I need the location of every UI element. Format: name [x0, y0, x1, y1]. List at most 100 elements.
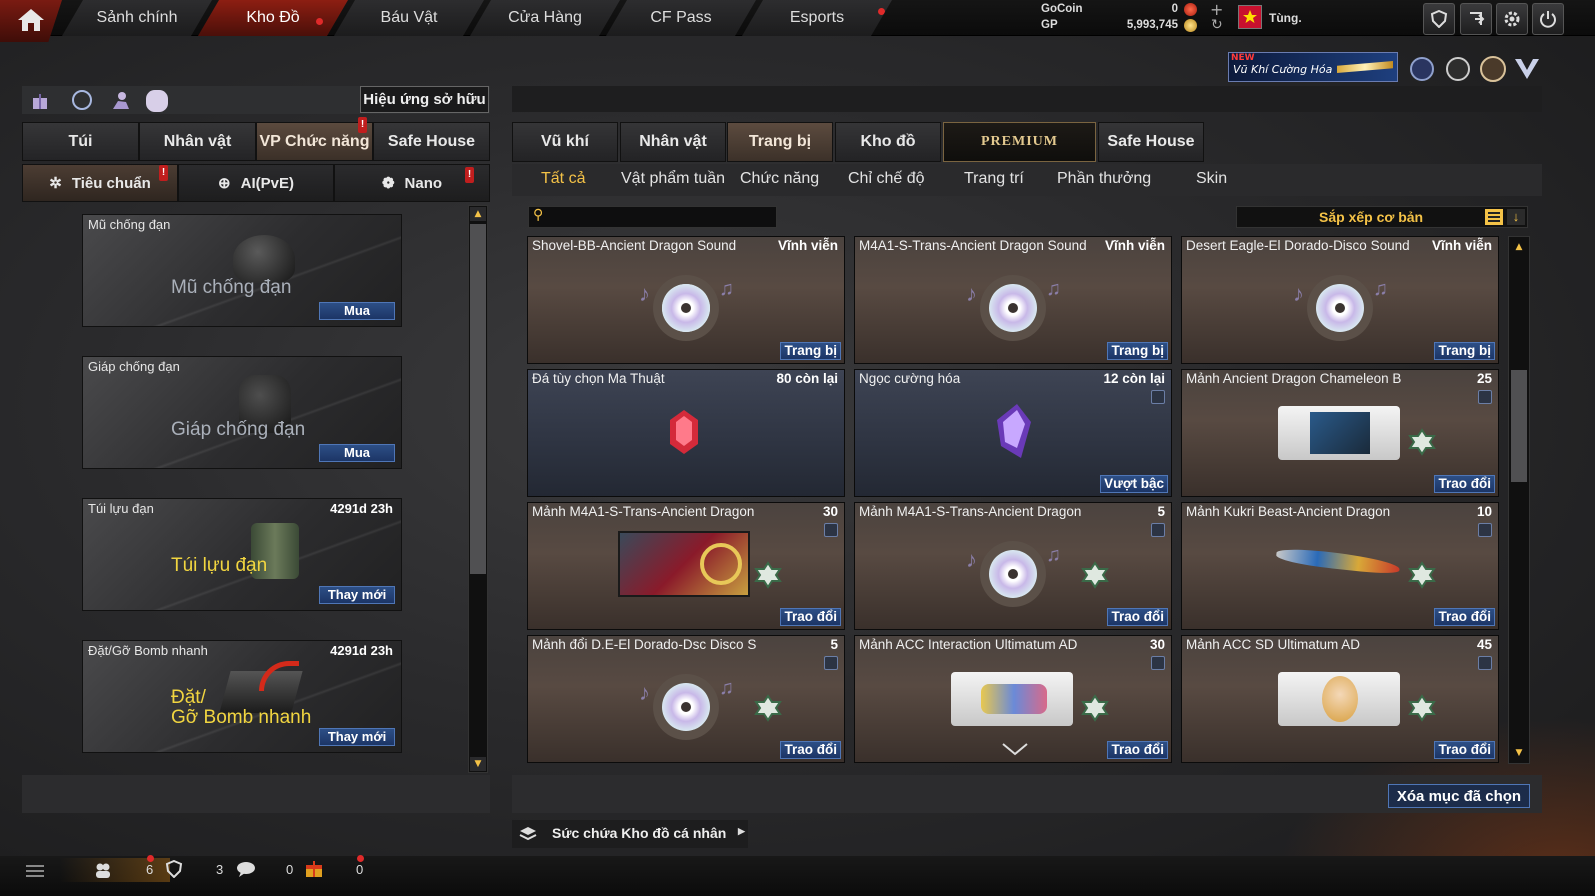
inventory-item-card[interactable]: Mảnh ACC Interaction Ultimatum AD 30 Tra… [854, 635, 1172, 763]
chevron-down-icon[interactable] [1001, 742, 1029, 756]
right-tab-storage[interactable]: Kho đồ [835, 122, 941, 162]
right-tab-weapon[interactable]: Vũ khí [512, 122, 618, 162]
username[interactable]: Tùng. [1269, 11, 1302, 25]
refresh-icon[interactable]: ↻ [1211, 17, 1223, 33]
inventory-item-card[interactable]: Mảnh M4A1-S-Trans-Ancient Dragon 5 ♪ ♫ Tr… [854, 502, 1172, 630]
left-item-card[interactable]: Đặt/Gỡ Bomb nhanh 4291d 23h Đặt/ Gỡ Bomb… [82, 640, 402, 753]
subtab-weekly[interactable]: Vật phẩm tuần [621, 170, 725, 188]
clan-shield-icon[interactable] [165, 859, 183, 879]
left-tab-safe-house[interactable]: Safe House [373, 122, 490, 161]
inventory-item-card[interactable]: Mảnh ACC SD Ultimatum AD 45 Trao đổi [1181, 635, 1499, 763]
trash-icon[interactable] [824, 523, 838, 537]
buy-button[interactable]: Mua [319, 444, 395, 462]
search-box[interactable]: ⚲ [528, 206, 777, 228]
nav-tab-shop[interactable]: Cửa Hàng [470, 0, 620, 36]
right-scrollbar[interactable] [1508, 236, 1530, 764]
scroll-down-arrow-icon[interactable]: ▼ [470, 757, 486, 771]
right-tab-safe-house[interactable]: Safe House [1098, 122, 1204, 162]
inventory-item-card[interactable]: Ngọc cường hóa 12 còn lại Vượt bậc [854, 369, 1172, 497]
delete-selected-button[interactable]: Xóa mục đã chọn [1388, 784, 1530, 808]
inventory-item-card[interactable]: Đá tùy chọn Ma Thuật 80 còn lại [527, 369, 845, 497]
character-icon[interactable] [110, 90, 130, 110]
exchange-button[interactable]: Trao đổi [780, 741, 841, 759]
inventory-item-card[interactable]: Mảnh Kukri Beast-Ancient Dragon 10 Trao … [1181, 502, 1499, 630]
left-item-card[interactable]: Giáp chống đạn Giáp chống đạn Mua [82, 356, 402, 469]
trash-icon[interactable] [1478, 390, 1492, 404]
scroll-up-arrow-icon[interactable]: ▲ [470, 207, 486, 221]
subtab-standard[interactable]: ✲ Tiêu chuẩn! [22, 164, 178, 202]
subtab-function[interactable]: Chức năng [740, 170, 819, 188]
trash-icon[interactable] [1151, 523, 1165, 537]
chat-icon[interactable] [236, 861, 256, 877]
buy-button[interactable]: Mua [319, 302, 395, 320]
search-input[interactable] [553, 209, 773, 225]
subtab-decoration[interactable]: Trang trí [964, 170, 1024, 188]
right-scroll-thumb[interactable] [1511, 370, 1527, 482]
equip-button[interactable]: Trang bị [1107, 342, 1168, 360]
left-scroll-thumb[interactable] [470, 224, 486, 574]
nav-tab-esports[interactable]: Esports [742, 0, 892, 36]
trash-icon[interactable] [1151, 656, 1165, 670]
badge-icon[interactable] [1480, 56, 1506, 82]
trash-icon[interactable] [1478, 656, 1492, 670]
hand-icon[interactable] [146, 90, 168, 112]
subtab-skin[interactable]: Skin [1196, 170, 1227, 188]
scroll-up-arrow-icon[interactable]: ▲ [1511, 240, 1527, 254]
exchange-button[interactable]: Trao đổi [1107, 741, 1168, 759]
history-icon[interactable] [72, 90, 92, 110]
effects-owned-button[interactable]: Hiệu ứng sở hữu [360, 86, 489, 113]
promo-banner[interactable]: NEW Vũ Khí Cường Hóa [1228, 52, 1398, 82]
subtab-all[interactable]: Tất cả [541, 170, 585, 188]
subtab-nano[interactable]: ❁ Nano! [334, 164, 490, 202]
chevron-right-icon[interactable]: ▶ [738, 826, 745, 837]
right-tab-equipment[interactable]: Trang bị [727, 122, 833, 162]
sort-dropdown[interactable]: Sắp xếp cơ bản ↓ [1236, 206, 1528, 228]
subtab-ai-pve[interactable]: ⊕ AI(PvE) [178, 164, 334, 202]
globe-icon[interactable] [1446, 57, 1470, 81]
equip-button[interactable]: Trang bị [780, 342, 841, 360]
inventory-item-card[interactable]: Shovel-BB-Ancient Dragon Sound Vĩnh viễn… [527, 236, 845, 364]
subtab-rewards[interactable]: Phần thưởng [1057, 170, 1151, 188]
sort-direction-icon[interactable]: ↓ [1507, 209, 1525, 225]
capacity-panel[interactable]: Sức chứa Kho đồ cá nhân ▶ [512, 820, 748, 848]
power-button[interactable] [1532, 3, 1564, 35]
subtab-mode-only[interactable]: Chỉ chế độ [848, 170, 925, 188]
left-tab-function-items[interactable]: VP Chức năng! [256, 117, 373, 161]
exchange-button[interactable]: Trao đổi [1434, 741, 1495, 759]
inventory-item-card[interactable]: Mảnh Ancient Dragon Chameleon B 25 Trao … [1181, 369, 1499, 497]
v-logo-icon[interactable] [1514, 58, 1540, 80]
inventory-item-card[interactable]: Mảnh đổi D.E-El Dorado-Dsc Disco S 5 ♪ ♫ … [527, 635, 845, 763]
exchange-button[interactable]: Trao đổi [1434, 608, 1495, 626]
upgrade-button[interactable]: Vượt bậc [1100, 475, 1168, 493]
nav-tab-lobby[interactable]: Sảnh chính [62, 0, 212, 36]
list-view-icon[interactable] [1485, 209, 1503, 225]
trash-icon[interactable] [1151, 390, 1165, 404]
right-tab-character[interactable]: Nhân vật [620, 122, 726, 162]
nav-tab-cf-pass[interactable]: CF Pass [606, 0, 756, 36]
nav-tab-treasure[interactable]: Báu Vật [334, 0, 484, 36]
exchange-button[interactable]: Trao đổi [1434, 475, 1495, 493]
left-item-card[interactable]: Mũ chống đạn Mũ chống đạn Mua [82, 214, 402, 327]
scroll-down-arrow-icon[interactable]: ▼ [1511, 746, 1527, 760]
inventory-item-card[interactable]: Desert Eagle-El Dorado-Disco Sound Vĩnh … [1181, 236, 1499, 364]
friends-slot[interactable] [60, 858, 170, 882]
shield-button[interactable] [1423, 3, 1455, 35]
renew-button[interactable]: Thay mới [319, 728, 395, 746]
menu-icon[interactable] [26, 864, 44, 878]
event-icon[interactable] [1410, 57, 1434, 81]
exit-room-button[interactable] [1460, 3, 1492, 35]
friends-icon[interactable] [94, 862, 112, 878]
inventory-item-card[interactable]: Mảnh M4A1-S-Trans-Ancient Dragon 30 Trao… [527, 502, 845, 630]
left-tab-bag[interactable]: Túi [22, 122, 139, 161]
trash-icon[interactable] [1478, 523, 1492, 537]
nav-tab-inventory[interactable]: Kho Đồ [198, 0, 348, 36]
gift-box-icon[interactable] [30, 90, 50, 110]
trash-icon[interactable] [824, 656, 838, 670]
exchange-button[interactable]: Trao đổi [780, 608, 841, 626]
left-tab-character[interactable]: Nhân vật [139, 122, 256, 161]
renew-button[interactable]: Thay mới [319, 586, 395, 604]
right-tab-premium[interactable]: PREMIUM [943, 122, 1096, 162]
equip-button[interactable]: Trang bị [1434, 342, 1495, 360]
left-item-card[interactable]: Túi lựu đạn 4291d 23h Túi lựu đạn Thay m… [82, 498, 402, 611]
gift-icon[interactable] [304, 859, 324, 877]
